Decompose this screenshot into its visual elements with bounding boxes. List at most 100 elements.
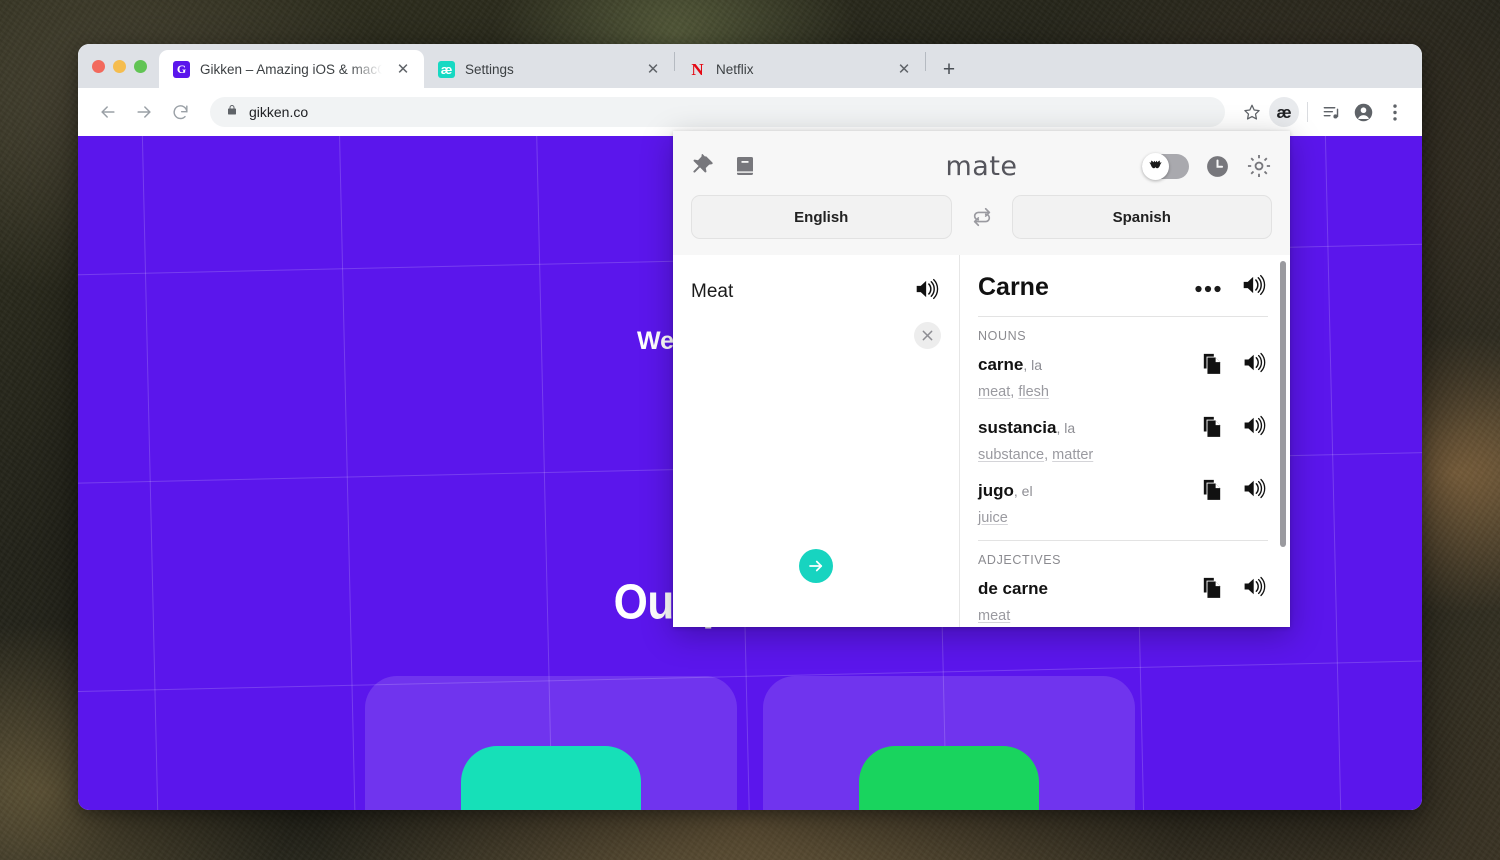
three-dot-menu-icon[interactable]	[1195, 281, 1221, 294]
target-language-button[interactable]: Spanish	[1011, 195, 1272, 239]
swap-languages-icon[interactable]	[952, 206, 1012, 228]
tab-title: Netflix	[716, 61, 754, 77]
translation-header-actions	[1195, 273, 1268, 302]
entry-gloss: meat	[978, 608, 1268, 624]
product-app-icon	[859, 746, 1039, 810]
toggle-knob	[1142, 152, 1169, 180]
source-actions	[914, 277, 941, 349]
popup-topbar: mate	[691, 145, 1272, 187]
new-tab-button[interactable]: +	[934, 54, 964, 84]
mate-ae-icon: æ	[438, 60, 455, 78]
entry-gloss: meat, flesh	[978, 384, 1049, 400]
product-card-row	[365, 676, 1135, 810]
gloss-term[interactable]: substance	[978, 447, 1044, 463]
forward-arrow-icon[interactable]	[128, 96, 160, 128]
clear-source-button[interactable]	[914, 322, 941, 349]
entry-word-wrap: de carne	[978, 579, 1048, 599]
speaker-icon[interactable]	[1242, 351, 1268, 379]
product-card[interactable]	[365, 676, 737, 810]
tab-settings[interactable]: æ Settings ✕	[424, 50, 674, 88]
mate-extension-popup: mate English Spanish Meat Carne NOUNS ca…	[673, 131, 1290, 627]
lock-icon	[226, 103, 238, 122]
dictionary-entry: jugo, el juice	[978, 477, 1268, 526]
speaker-icon[interactable]	[1241, 273, 1268, 302]
entry-article: , la	[1056, 420, 1076, 436]
popup-scrollbar[interactable]	[1280, 261, 1286, 547]
entry-actions	[1202, 575, 1268, 603]
entry-actions	[1202, 351, 1268, 379]
book-icon[interactable]	[733, 154, 757, 178]
close-tab-button[interactable]: ✕	[392, 58, 414, 80]
speaker-icon[interactable]	[1242, 477, 1268, 505]
toolbar-actions: æ	[1237, 97, 1410, 127]
dictionary-entry: sustancia, la substance, matter	[978, 414, 1268, 463]
tab-title: Gikken – Amazing iOS & macOS apps	[200, 61, 382, 77]
speaker-icon[interactable]	[1242, 575, 1268, 603]
dark-mode-toggle[interactable]	[1142, 152, 1189, 180]
popup-header-left-actions	[691, 154, 757, 178]
back-arrow-icon[interactable]	[92, 96, 124, 128]
target-pane: Carne NOUNS carne, la meat, flesh sustan…	[960, 255, 1290, 627]
entry-actions	[1202, 414, 1268, 442]
speaker-icon[interactable]	[1242, 414, 1268, 442]
entry-article: , la	[1023, 357, 1043, 373]
media-list-icon[interactable]	[1316, 97, 1346, 127]
translate-button[interactable]	[799, 549, 833, 583]
product-card[interactable]	[763, 676, 1135, 810]
source-text-row: Meat	[691, 277, 941, 349]
tab-netflix[interactable]: N Netflix ✕	[675, 50, 925, 88]
clock-icon[interactable]	[1205, 154, 1230, 179]
tab-title: Settings	[465, 61, 514, 77]
speaker-icon[interactable]	[914, 277, 941, 306]
reload-icon[interactable]	[164, 96, 196, 128]
entry-word-wrap: sustancia, la	[978, 418, 1075, 438]
tab-gikken[interactable]: G Gikken – Amazing iOS & macOS apps ✕	[159, 50, 424, 88]
entry-word: sustancia	[978, 418, 1057, 437]
close-tab-button[interactable]: ✕	[893, 58, 915, 80]
gloss-term[interactable]: juice	[978, 510, 1008, 526]
source-text[interactable]: Meat	[691, 277, 914, 303]
source-language-button[interactable]: English	[691, 195, 952, 239]
translation-header: Carne	[978, 273, 1268, 317]
translated-word: Carne	[978, 273, 1049, 301]
minimize-window-button[interactable]	[113, 59, 126, 73]
gloss-term[interactable]: meat	[978, 384, 1010, 400]
gloss-term[interactable]: meat	[978, 608, 1010, 624]
close-tab-button[interactable]: ✕	[642, 58, 664, 80]
browser-window: G Gikken – Amazing iOS & macOS apps ✕ æ …	[78, 44, 1422, 810]
star-icon[interactable]	[1237, 97, 1267, 127]
pos-label: ADJECTIVES	[978, 553, 1062, 567]
popup-header: mate English Spanish	[673, 131, 1290, 255]
gloss-term[interactable]: matter	[1052, 447, 1093, 463]
entry-gloss: juice	[978, 510, 1268, 526]
entry-main-row: sustancia, la	[978, 414, 1268, 442]
browser-toolbar: gikken.co æ	[78, 88, 1422, 136]
profile-avatar-icon[interactable]	[1348, 97, 1378, 127]
tab-strip: G Gikken – Amazing iOS & macOS apps ✕ æ …	[78, 44, 1422, 88]
entry-main-row: jugo, el	[978, 477, 1268, 505]
entry-word: carne	[978, 355, 1024, 374]
entry-word-wrap: carne, la	[978, 355, 1042, 375]
three-dot-menu-icon[interactable]	[1380, 97, 1410, 127]
gear-icon[interactable]	[1246, 153, 1272, 179]
address-bar[interactable]: gikken.co	[210, 97, 1225, 127]
dictionary-entry: carne, la meat, flesh	[978, 351, 1268, 400]
bat-icon	[1147, 157, 1164, 175]
url-text: gikken.co	[249, 104, 309, 120]
gloss-term[interactable]: flesh	[1018, 384, 1049, 400]
language-selector-row: English Spanish	[691, 187, 1272, 255]
copy-icon[interactable]	[1202, 352, 1222, 379]
copy-icon[interactable]	[1202, 415, 1222, 442]
copy-icon[interactable]	[1202, 576, 1222, 603]
copy-icon[interactable]	[1202, 478, 1222, 505]
entry-main-row: de carne	[978, 575, 1268, 603]
netflix-icon: N	[691, 59, 704, 79]
pin-icon[interactable]	[691, 154, 715, 178]
entry-word: de carne	[978, 579, 1048, 598]
source-pane: Meat	[673, 255, 960, 627]
pos-group-adjectives: ADJECTIVES de carne meat	[978, 540, 1268, 624]
close-window-button[interactable]	[92, 59, 105, 73]
pos-label: NOUNS	[978, 329, 1027, 343]
mate-extension-button[interactable]: æ	[1269, 97, 1299, 127]
maximize-window-button[interactable]	[134, 59, 147, 73]
